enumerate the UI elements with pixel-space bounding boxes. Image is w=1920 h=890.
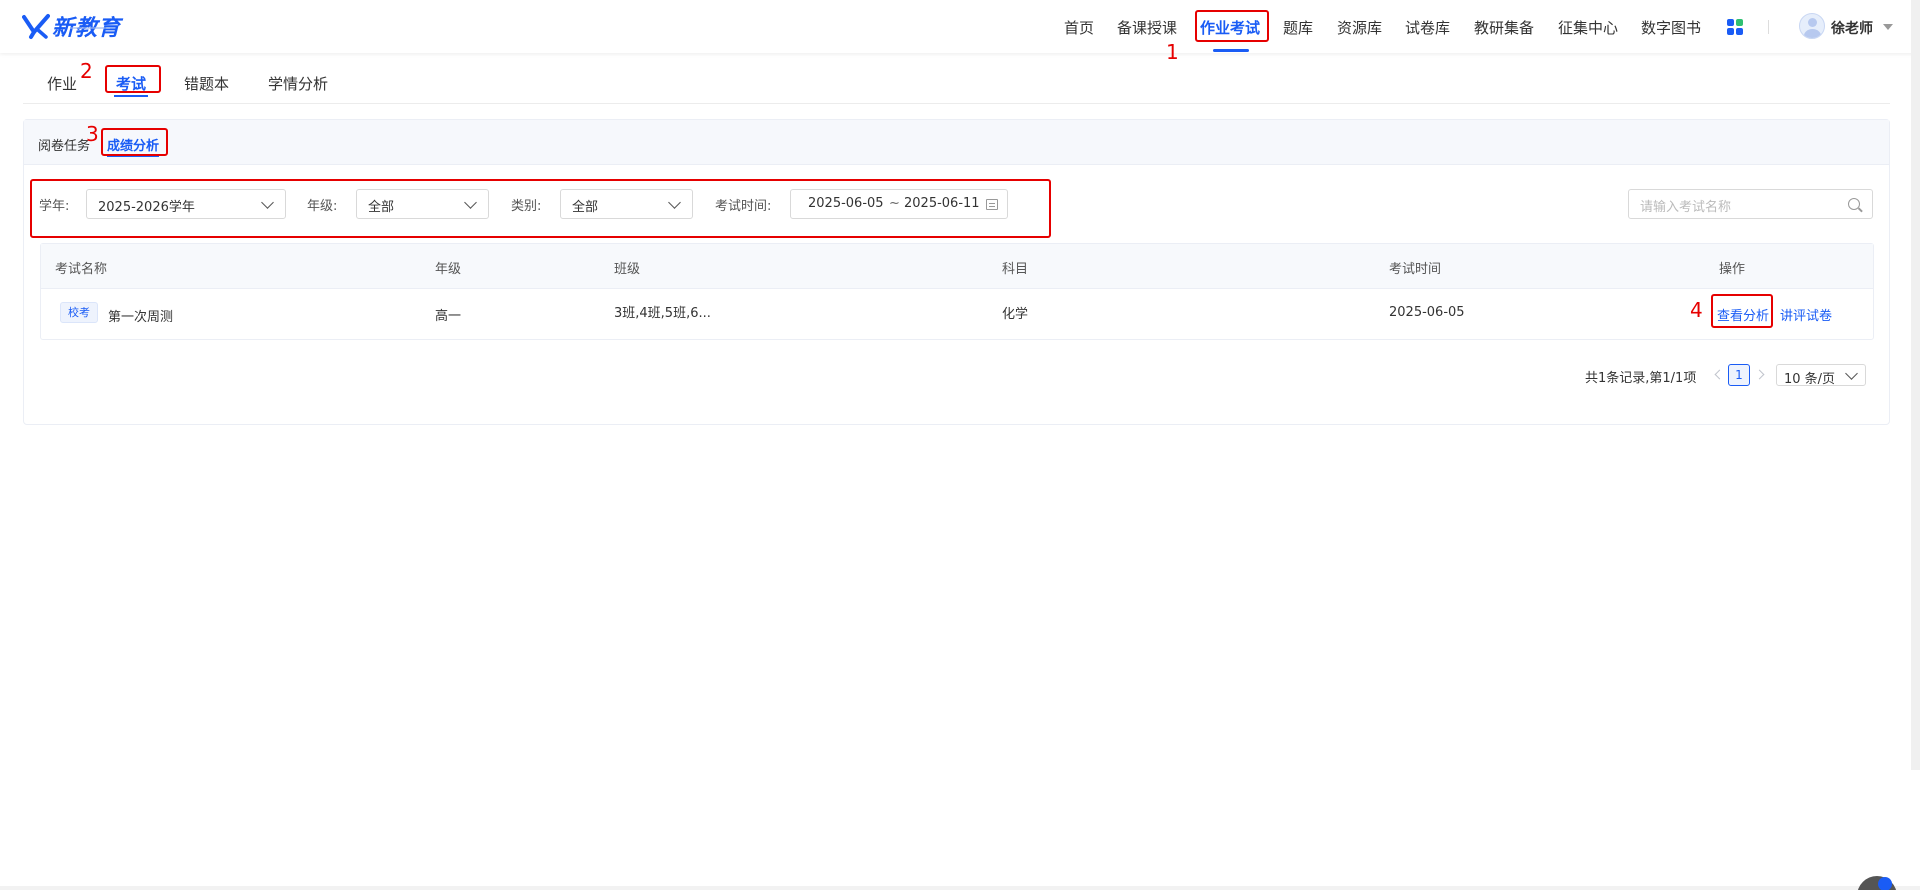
nav-item-papers[interactable]: 试卷库	[1405, 17, 1450, 38]
page-size-select[interactable]: 10 条/页	[1776, 364, 1866, 387]
exam-table	[40, 243, 1874, 340]
review-paper-link[interactable]: 讲评试卷	[1780, 305, 1832, 324]
chevron-up-icon[interactable]	[1878, 877, 1892, 890]
brand-name: 新教育	[52, 16, 122, 41]
brand-logo[interactable]: 新教育	[22, 11, 121, 41]
col-actions: 操作	[1719, 262, 1746, 277]
tab-active-indicator	[114, 95, 148, 97]
annotation-box-filters	[30, 179, 1051, 238]
tab-homework[interactable]: 作业	[47, 73, 77, 94]
col-subject: 科目	[1002, 262, 1029, 277]
annotation-number-2: 2	[80, 59, 93, 83]
exam-classes: 3班,4班,5班,6...	[614, 306, 711, 321]
page-button-current[interactable]: 1	[1728, 364, 1750, 386]
annotation-number-1: 1	[1166, 40, 1179, 64]
nav-item-digital-books[interactable]: 数字图书	[1641, 17, 1701, 38]
nav-item-home[interactable]: 首页	[1064, 17, 1094, 38]
search-input[interactable]: 请输入考试名称	[1640, 196, 1731, 215]
table-header	[41, 244, 1873, 289]
annotation-box-4	[1711, 294, 1773, 328]
avatar[interactable]	[1799, 13, 1825, 39]
nav-item-research[interactable]: 教研集备	[1474, 17, 1534, 38]
caret-down-icon[interactable]	[1883, 24, 1893, 30]
col-exam-time: 考试时间	[1389, 262, 1442, 277]
logo-icon	[22, 14, 50, 39]
tab-divider	[23, 103, 1890, 104]
nav-item-resources[interactable]: 资源库	[1337, 17, 1382, 38]
apps-grid-icon[interactable]	[1727, 19, 1743, 35]
logo-subline	[70, 27, 110, 29]
nav-item-collection[interactable]: 征集中心	[1558, 17, 1618, 38]
exam-grade: 高一	[435, 309, 462, 324]
nav-active-indicator	[1213, 49, 1249, 52]
nav-divider	[1768, 20, 1769, 34]
exam-date: 2025-06-05	[1389, 305, 1465, 320]
annotation-box-1	[1195, 10, 1269, 42]
search-box[interactable]: 请输入考试名称	[1628, 189, 1873, 219]
user-name[interactable]: 徐老师	[1831, 18, 1873, 38]
annotation-number-3: 3	[86, 122, 99, 146]
annotation-box-2	[105, 65, 161, 93]
pagination-summary: 共1条记录,第1/1项	[1585, 371, 1697, 386]
exam-type-badge: 校考	[60, 302, 98, 323]
top-navigation-bar: 新教育 首页 备课授课 作业考试 题库 资源库 试卷库 教研集备 征集中心 数字…	[0, 0, 1920, 53]
col-grade: 年级	[435, 262, 462, 277]
page-size-value: 10 条/页	[1784, 372, 1836, 387]
exam-subject: 化学	[1002, 307, 1029, 322]
search-icon[interactable]	[1848, 198, 1860, 210]
bottom-edge	[0, 886, 1920, 890]
tab-learning-analysis[interactable]: 学情分析	[268, 73, 328, 94]
col-class: 班级	[614, 262, 641, 277]
vertical-scrollbar[interactable]	[1911, 0, 1920, 770]
annotation-box-3	[101, 128, 168, 156]
col-exam-name: 考试名称	[55, 262, 108, 277]
nav-item-question-bank[interactable]: 题库	[1283, 17, 1313, 38]
subtab-grading-tasks[interactable]: 阅卷任务	[38, 135, 90, 154]
tab-mistakes[interactable]: 错题本	[184, 73, 229, 94]
exam-name: 第一次周测	[108, 310, 174, 325]
annotation-number-4: 4	[1690, 298, 1703, 322]
nav-item-lesson[interactable]: 备课授课	[1117, 17, 1177, 38]
chevron-down-icon	[1845, 367, 1858, 380]
subtab-bar: 阅卷任务 成绩分析	[24, 120, 1889, 165]
